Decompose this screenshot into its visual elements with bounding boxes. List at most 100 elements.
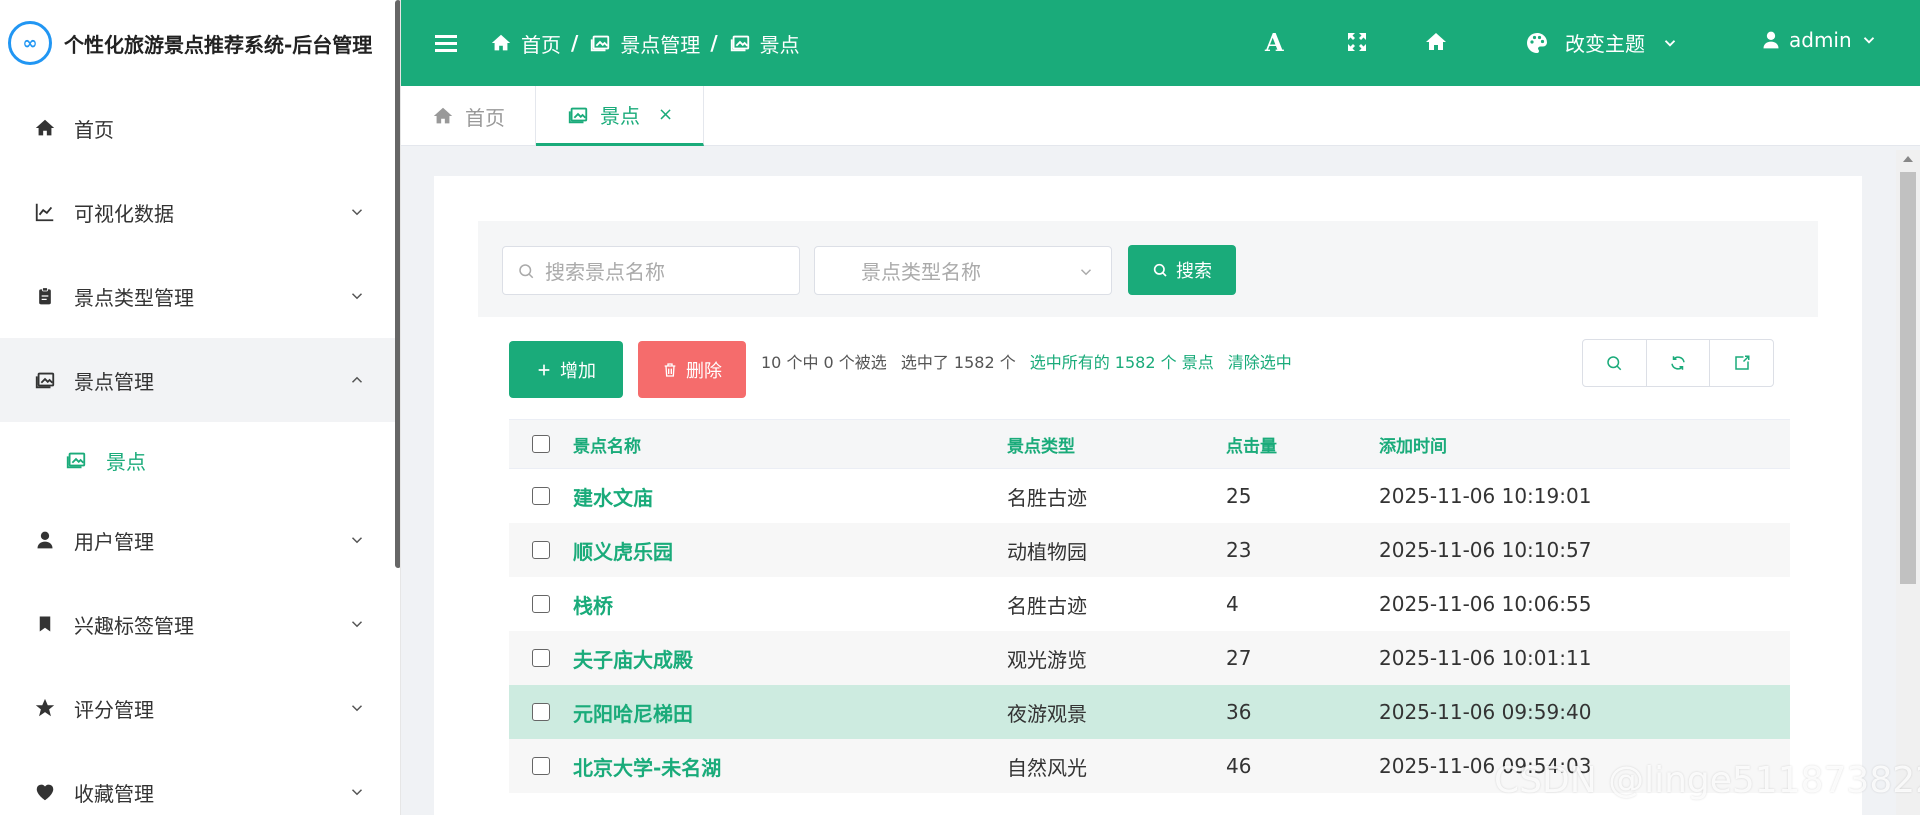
sidebar-item-label: 可视化数据 [74,201,174,226]
star-icon [32,695,58,721]
selection-info: 10 个中 0 个被选 选中了 1582 个 选中所有的 1582 个 景点 清… [761,349,1292,373]
table-row[interactable]: 栈桥 名胜古迹 4 2025-11-06 10:06:55 [509,577,1790,631]
selection-count: 10 个中 0 个被选 [761,353,887,372]
logo: ∞ 个性化旅游景点推荐系统-后台管理 [0,0,400,86]
scroll-up-arrow-icon[interactable] [1903,156,1913,162]
sidebar-item-ratings[interactable]: 评分管理 [0,666,400,750]
chevron-down-icon [351,537,363,544]
spots-table: 景点名称 景点类型 点击量 添加时间 建水文庙 名胜古迹 25 2025-11-… [509,419,1790,793]
refresh-button[interactable] [1647,340,1711,386]
spot-clicks: 36 [1226,700,1252,724]
image-icon [64,447,90,473]
home-icon[interactable] [1423,30,1449,58]
sidebar-item-label: 首页 [74,117,114,142]
chevron-up-icon [351,376,363,383]
selected-total: 选中了 1582 个 [900,353,1016,372]
column-header-name[interactable]: 景点名称 [573,432,1007,457]
row-checkbox[interactable] [509,541,573,559]
table-tools [1582,339,1774,387]
sidebar-item-label: 收藏管理 [74,781,154,806]
spot-time: 2025-11-06 09:59:40 [1379,700,1592,724]
spot-type: 名胜古迹 [1007,593,1087,618]
breadcrumb-separator: / [571,31,579,55]
breadcrumb-spots: 景点 [728,29,800,58]
sidebar-subitem-spots[interactable]: 景点 [0,422,400,498]
spot-time: 2025-11-06 10:06:55 [1379,592,1592,616]
spot-time: 2025-11-06 10:19:01 [1379,484,1592,508]
export-icon [1734,355,1750,370]
spot-type-placeholder: 景点类型名称 [861,260,981,284]
delete-button[interactable]: 删除 [638,341,746,398]
toggle-search-button[interactable] [1583,340,1647,386]
table-row[interactable]: 顺义虎乐园 动植物园 23 2025-11-06 10:10:57 [509,523,1790,577]
search-button[interactable]: 搜索 [1128,245,1236,295]
spot-name-link[interactable]: 夫子庙大成殿 [573,644,1007,673]
sidebar-item-visual-data[interactable]: 可视化数据 [0,170,400,254]
user-dropdown[interactable]: admin [1761,28,1878,52]
fullscreen-icon[interactable] [1345,30,1369,58]
sidebar-item-spot-management[interactable]: 景点管理 [0,338,400,422]
row-checkbox[interactable] [509,757,573,775]
breadcrumb-separator: / [710,31,718,55]
font-size-button[interactable]: A [1265,28,1284,57]
content-card: 搜索景点名称 景点类型名称 搜索 增加 删除 10 个中 0 个被选 选中了 1… [434,176,1862,815]
app-title: 个性化旅游景点推荐系统-后台管理 [64,32,373,57]
app-root: ∞ 个性化旅游景点推荐系统-后台管理 首页 可视化数据 景点类型管理 景点管理 … [0,0,1920,815]
chevron-down-icon [351,293,363,300]
sidebar-item-label: 景点类型管理 [74,285,194,310]
user-icon [32,527,58,553]
breadcrumb: 首页 / 景点管理 / 景点 [489,29,800,58]
row-checkbox[interactable] [509,487,573,505]
sidebar-item-favorites[interactable]: 收藏管理 [0,750,400,815]
scrollbar-thumb[interactable] [1900,172,1916,584]
clear-selection-link[interactable]: 清除选中 [1228,349,1292,373]
watermark: CSDN @linge511873822 [1494,760,1920,801]
sidebar-item-label: 兴趣标签管理 [74,613,194,638]
logo-icon: ∞ [8,21,52,65]
sidebar-item-interest-tags[interactable]: 兴趣标签管理 [0,582,400,666]
spot-name-link[interactable]: 元阳哈尼梯田 [573,698,1007,727]
search-name-placeholder: 搜索景点名称 [545,260,665,284]
breadcrumb-spot-management[interactable]: 景点管理 [588,29,700,58]
sidebar-item-home[interactable]: 首页 [0,86,400,170]
row-checkbox[interactable] [509,649,573,667]
sidebar-item-users[interactable]: 用户管理 [0,498,400,582]
breadcrumb-home[interactable]: 首页 [489,29,561,58]
add-button[interactable]: 增加 [509,341,623,398]
spot-name-link[interactable]: 建水文庙 [573,482,1007,511]
menu-toggle-icon[interactable] [435,30,461,56]
row-checkbox[interactable] [509,595,573,613]
column-header-time[interactable]: 添加时间 [1379,432,1790,457]
theme-dropdown[interactable]: 改变主题 [1525,28,1679,57]
chevron-down-icon [1080,269,1092,276]
tab-home[interactable]: 首页 [401,86,536,146]
page-scrollbar[interactable] [1896,150,1920,815]
spot-name-link[interactable]: 北京大学-未名湖 [573,752,1007,781]
spot-type: 夜游观景 [1007,701,1087,726]
user-icon [1763,31,1779,49]
select-all-checkbox[interactable] [509,435,573,453]
chart-line-icon [32,199,58,225]
table-row[interactable]: 夫子庙大成殿 观光游览 27 2025-11-06 10:01:11 [509,631,1790,685]
column-header-clicks[interactable]: 点击量 [1226,432,1379,457]
chevron-down-icon [351,621,363,628]
sidebar: ∞ 个性化旅游景点推荐系统-后台管理 首页 可视化数据 景点类型管理 景点管理 … [0,0,401,815]
spot-name-link[interactable]: 顺义虎乐园 [573,536,1007,565]
spot-name-link[interactable]: 栈桥 [573,590,1007,619]
spot-clicks: 4 [1226,592,1239,616]
table-header: 景点名称 景点类型 点击量 添加时间 [509,419,1790,469]
trash-icon [664,362,676,377]
close-icon[interactable]: × [658,104,673,125]
select-all-link[interactable]: 选中所有的 1582 个 景点 [1030,349,1214,373]
sidebar-item-spot-types[interactable]: 景点类型管理 [0,254,400,338]
export-button[interactable] [1710,340,1773,386]
table-row[interactable]: 元阳哈尼梯田 夜游观景 36 2025-11-06 09:59:40 [509,685,1790,739]
tab-spots[interactable]: 景点 × [536,86,705,146]
row-checkbox[interactable] [509,703,573,721]
spot-type-select[interactable]: 景点类型名称 [814,246,1112,295]
home-icon [32,115,58,141]
column-header-type[interactable]: 景点类型 [1007,432,1226,457]
search-icon [1153,263,1167,277]
table-row[interactable]: 建水文庙 名胜古迹 25 2025-11-06 10:19:01 [509,469,1790,523]
search-name-input[interactable]: 搜索景点名称 [502,246,800,295]
